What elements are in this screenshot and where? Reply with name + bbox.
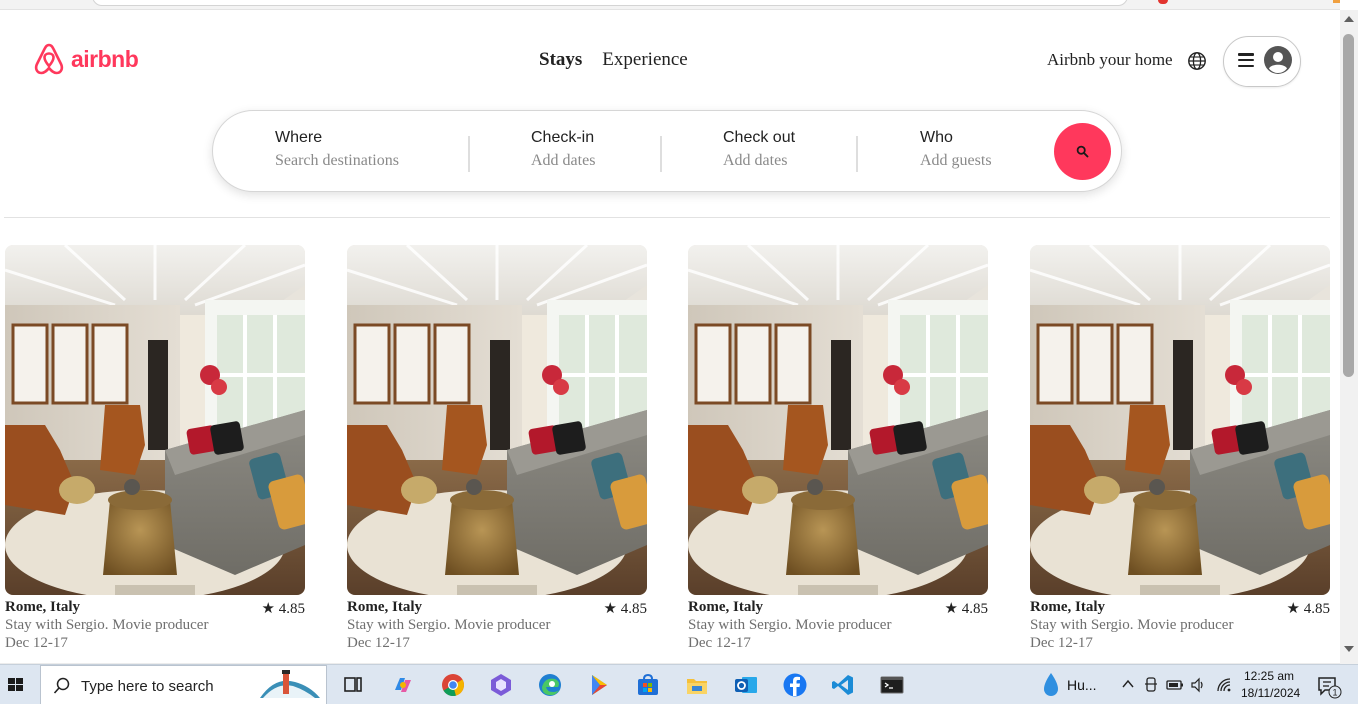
wifi-icon[interactable] [1216,677,1232,693]
airbnb-icon [34,43,64,75]
taskbar-search-box[interactable]: Type here to search [40,665,327,704]
scrollbar-thumb[interactable] [1343,34,1354,377]
rating-value: 4.85 [1303,601,1330,617]
search-divider [856,136,858,172]
listing-dates: Dec 12-17 [1030,635,1093,651]
volume-icon[interactable] [1190,677,1206,693]
where-placeholder: Search destinations [275,152,399,169]
listing-title: Rome, Italy [1030,599,1105,615]
windows-start-icon[interactable] [0,665,40,704]
vertical-scrollbar[interactable] [1340,10,1358,664]
scroll-down-icon[interactable] [1344,646,1354,652]
weather-icon[interactable] [1040,671,1062,699]
listing-card[interactable]: Rome, Italy ★ 4.85 Stay with Sergio. Mov… [1030,245,1330,660]
user-avatar-icon [1264,46,1292,74]
listing-rating: ★ 4.85 [945,599,988,618]
airbnb-logo[interactable]: airbnb [33,42,139,76]
rating-value: 4.85 [620,601,647,617]
listing-card[interactable]: Rome, Italy ★ 4.85 Stay with Sergio. Mov… [347,245,647,660]
main-nav: Stays Experience [539,49,688,71]
file-explorer-icon[interactable] [684,672,710,698]
listing-rating: ★ 4.85 [1287,599,1330,618]
listing-photo[interactable] [347,245,647,595]
extension-icon[interactable] [1333,0,1340,3]
star-icon: ★ [603,601,621,617]
checkin-label: Check-in [531,129,595,146]
device-icon[interactable] [1144,677,1158,693]
who-placeholder: Add guests [920,152,992,169]
listing-card[interactable]: Rome, Italy ★ 4.85 Stay with Sergio. Mov… [5,245,305,660]
scroll-up-icon[interactable] [1344,16,1354,22]
search-divider [468,136,470,172]
windows-taskbar: Type here to search Hu... 12:25 am 18/11… [0,664,1358,704]
profile-menu-button[interactable] [1223,36,1301,87]
checkout-placeholder: Add dates [723,152,788,169]
listing-dates: Dec 12-17 [5,635,68,651]
listing-dates: Dec 12-17 [347,635,410,651]
globe-icon[interactable] [1187,51,1207,71]
clock-time[interactable]: 12:25 am [1244,669,1294,683]
who-field[interactable]: Who Add guests [920,129,992,170]
weather-text[interactable]: Hu... [1067,677,1097,693]
edge-icon[interactable] [537,672,563,698]
search-icon [53,677,70,694]
listing-description: Stay with Sergio. Movie producer [688,617,892,633]
rating-value: 4.85 [961,601,988,617]
star-icon: ★ [944,601,962,617]
listing-title: Rome, Italy [347,599,422,615]
who-label: Who [920,129,953,146]
rating-value: 4.85 [278,601,305,617]
search-highlight-art-icon [260,670,320,698]
chevron-up-icon[interactable] [1122,679,1134,689]
listing-title: Rome, Italy [5,599,80,615]
checkout-field[interactable]: Check out Add dates [723,129,795,170]
listing-description: Stay with Sergio. Movie producer [5,617,209,633]
terminal-icon[interactable] [879,672,905,698]
listing-description: Stay with Sergio. Movie producer [1030,617,1234,633]
checkin-field[interactable]: Check-in Add dates [531,129,595,170]
star-icon: ★ [261,601,279,617]
facebook-icon[interactable] [782,672,808,698]
copilot-icon[interactable] [390,672,416,698]
notification-icon[interactable]: 1 [1316,675,1342,699]
outlook-icon[interactable] [733,672,759,698]
microsoft-store-icon[interactable] [635,672,661,698]
play-store-icon[interactable] [586,672,612,698]
clock-date[interactable]: 18/11/2024 [1241,686,1300,700]
brand-name: airbnb [71,45,139,72]
notification-count: 1 [1332,688,1337,698]
search-button[interactable] [1054,123,1111,180]
listing-dates: Dec 12-17 [688,635,751,651]
where-field[interactable]: Where Search destinations [275,129,399,170]
checkout-label: Check out [723,129,796,146]
vs-code-icon[interactable] [830,672,856,698]
extension-icon[interactable] [1158,0,1168,4]
listing-title: Rome, Italy [688,599,763,615]
task-view-icon[interactable] [340,672,366,698]
listing-photo[interactable] [5,245,305,595]
checkin-placeholder: Add dates [531,152,596,169]
listing-rating: ★ 4.85 [604,599,647,618]
address-bar[interactable] [92,0,1128,6]
battery-icon[interactable] [1166,678,1184,692]
menu-icon [1238,53,1254,68]
search-divider [660,136,662,172]
listing-card[interactable]: Rome, Italy ★ 4.85 Stay with Sergio. Mov… [688,245,988,660]
search-bar: Where Search destinations Check-in Add d… [212,110,1122,192]
header-divider [4,217,1330,218]
microsoft-365-icon[interactable] [488,672,514,698]
taskbar-search-placeholder: Type here to search [81,678,214,695]
chrome-icon[interactable] [440,672,466,698]
listing-description: Stay with Sergio. Movie producer [347,617,551,633]
where-label: Where [275,129,323,146]
host-link[interactable]: Airbnb your home [1047,50,1173,70]
browser-top-strip [0,0,1340,10]
search-icon [1076,145,1089,158]
listing-photo[interactable] [688,245,988,595]
listing-rating: ★ 4.85 [262,599,305,618]
listing-photo[interactable] [1030,245,1330,595]
tab-experience[interactable]: Experience [602,49,687,71]
tab-stays[interactable]: Stays [539,49,582,71]
star-icon: ★ [1286,601,1304,617]
